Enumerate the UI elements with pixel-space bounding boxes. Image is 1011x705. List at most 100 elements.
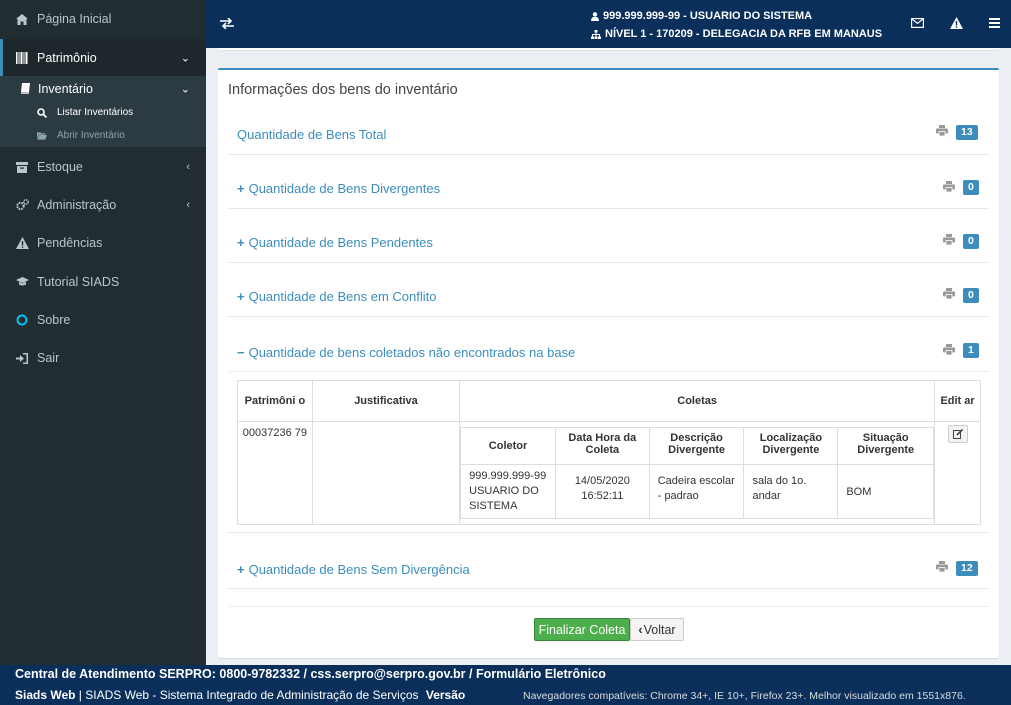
sidebar-item-listar-inventarios[interactable]: Listar Inventários [0, 101, 206, 124]
footer-contact: Central de Atendimento SERPRO: 0800-9782… [15, 667, 606, 681]
section-label: Quantidade de Bens Divergentes [248, 181, 441, 196]
menu-icon[interactable] [985, 14, 1003, 32]
sidebar-item-pendencias[interactable]: Pendências [0, 225, 206, 261]
search-icon [37, 107, 47, 118]
print-icon[interactable] [943, 344, 955, 355]
section-bens-conflito: + Quantidade de Bens em Conflito 0 [228, 277, 989, 317]
sidebar-item-tutorial[interactable]: Tutorial SIADS [0, 264, 206, 300]
cell-data-hora: 14/05/2020 16:52:11 [554, 464, 650, 519]
sidebar-item-home[interactable]: Página Inicial [0, 1, 206, 37]
sign-in-icon [15, 351, 29, 365]
cell-localizacao: sala do 1o. andar [743, 464, 839, 519]
sidebar-item-estoque[interactable]: Estoque ‹ [0, 149, 206, 185]
section-label: Quantidade de Bens Total [237, 127, 387, 142]
footer-divider [228, 606, 989, 607]
expand-icon: + [237, 562, 245, 577]
sidebar-item-label: Sair [37, 351, 60, 365]
footer-desc: | SIADS Web - Sistema Integrado de Admin… [75, 688, 422, 702]
divergence-table: Patrimôni o Justificativa Coletas Edit a… [237, 380, 981, 525]
col-header-localizacao: Localização Divergente [743, 427, 839, 465]
cell-descricao: Cadeira escolar - padrao [648, 464, 745, 519]
sidebar: Página Inicial Patrimônio ⌄ Inventário ⌄… [0, 0, 206, 665]
sidebar-item-inventario[interactable]: Inventário ⌄ [0, 76, 206, 101]
sidebar-item-label: Estoque [37, 160, 83, 174]
sidebar-item-label: Patrimônio [37, 50, 97, 65]
cell-situacao: BOM [837, 464, 935, 519]
inventory-box: Informações dos bens do inventário Quant… [218, 68, 999, 658]
sidebar-item-label: Abrir Inventário [57, 130, 125, 141]
col-header-situacao: Situação Divergente [837, 427, 935, 465]
envelope-icon[interactable] [908, 14, 926, 32]
section-link[interactable]: + Quantidade de Bens Divergentes [237, 181, 440, 196]
expand-icon: + [237, 181, 245, 196]
sidebar-item-sobre[interactable]: Sobre [0, 302, 206, 338]
col-header-data-hora: Data Hora da Coleta [554, 427, 650, 465]
section-bens-total: Quantidade de Bens Total 13 [228, 115, 989, 155]
section-bens-divergentes: + Quantidade de Bens Divergentes 0 [228, 169, 989, 209]
edit-button[interactable] [947, 425, 968, 443]
sidebar-item-patrimonio[interactable]: Patrimônio ⌄ [0, 39, 206, 76]
content-header [206, 48, 1011, 68]
print-icon[interactable] [943, 234, 955, 245]
sidebar-item-label: Sobre [37, 313, 71, 327]
top-navbar: 999.999.999-99 - USUARIO DO SISTEMA NÍVE… [206, 0, 1011, 48]
user-unit: NÍVEL 1 - 170209 - DELEGACIA DA RFB EM M… [605, 28, 883, 40]
warning-icon[interactable] [947, 14, 965, 32]
sidebar-item-label: Página Inicial [37, 12, 112, 26]
toggle-sidebar-icon[interactable] [218, 14, 236, 32]
sidebar-item-administracao[interactable]: Administração ‹ [0, 187, 206, 223]
expand-icon: + [237, 235, 245, 250]
edit-icon [952, 429, 963, 439]
folder-open-icon [37, 131, 47, 141]
count-badge: 1 [963, 343, 979, 358]
col-header-editar: Edit ar [934, 380, 981, 422]
footer-compat: Navegadores compatíveis: Chrome 34+, IE … [523, 690, 966, 702]
chevron-left-icon: ‹ [638, 622, 643, 637]
expand-icon: + [237, 289, 245, 304]
user-info: 999.999.999-99 - USUARIO DO SISTEMA NÍVE… [591, 7, 882, 43]
cell-coletas: Coletor Data Hora da Coleta Descrição Di… [459, 421, 936, 525]
print-icon[interactable] [936, 125, 948, 136]
previous-box-edge [218, 48, 999, 51]
sidebar-item-sair[interactable]: Sair [0, 340, 206, 376]
col-header-descricao: Descrição Divergente [648, 427, 745, 465]
voltar-button[interactable]: ‹ Voltar [630, 618, 684, 641]
collapse-icon: − [237, 345, 245, 360]
footer-versao: Versão [425, 688, 466, 702]
section-link[interactable]: + Quantidade de Bens Sem Divergência [237, 562, 470, 577]
section-label: Quantidade de Bens em Conflito [248, 289, 437, 304]
sidebar-item-label: Tutorial SIADS [37, 275, 120, 289]
user-icon [591, 11, 599, 21]
sitemap-icon [591, 29, 601, 39]
user-name: 999.999.999-99 - USUARIO DO SISTEMA [603, 10, 813, 22]
count-badge: 0 [963, 288, 979, 303]
section-bens-sem-divergencia: + Quantidade de Bens Sem Divergência 12 [228, 549, 989, 589]
sidebar-item-abrir-inventario[interactable]: Abrir Inventário [0, 124, 206, 147]
footer-system: Siads Web | SIADS Web - Sistema Integrad… [15, 688, 465, 702]
page-footer: Central de Atendimento SERPRO: 0800-9782… [0, 665, 1011, 705]
gears-icon [15, 198, 29, 212]
section-label: Quantidade de Bens Pendentes [248, 235, 433, 250]
box-title: Informações dos bens do inventário [228, 82, 458, 98]
footer-brand: Siads Web [15, 688, 76, 702]
cell-justificativa [311, 421, 461, 525]
finalizar-coleta-button[interactable]: Finalizar Coleta [534, 618, 630, 641]
section-link[interactable]: Quantidade de Bens Total [237, 127, 386, 142]
section-link[interactable]: + Quantidade de Bens em Conflito [237, 289, 437, 304]
section-bens-pendentes: + Quantidade de Bens Pendentes 0 [228, 223, 989, 263]
chevron-down-icon: ⌄ [180, 83, 190, 95]
chevron-left-icon: ‹ [186, 199, 190, 211]
chevron-down-icon: ⌄ [180, 52, 190, 64]
print-icon[interactable] [936, 561, 948, 572]
col-header-justificativa: Justificativa [311, 380, 461, 422]
circle-icon [15, 313, 29, 327]
book-icon [18, 82, 32, 96]
sidebar-item-label: Pendências [37, 236, 103, 250]
count-badge: 12 [956, 561, 978, 576]
count-badge: 13 [956, 125, 978, 140]
section-link[interactable]: + Quantidade de Bens Pendentes [237, 235, 433, 250]
print-icon[interactable] [943, 181, 955, 192]
section-link[interactable]: − Quantidade de bens coletados não encont… [237, 345, 575, 360]
print-icon[interactable] [943, 288, 955, 299]
col-header-coletas: Coletas [459, 380, 936, 422]
